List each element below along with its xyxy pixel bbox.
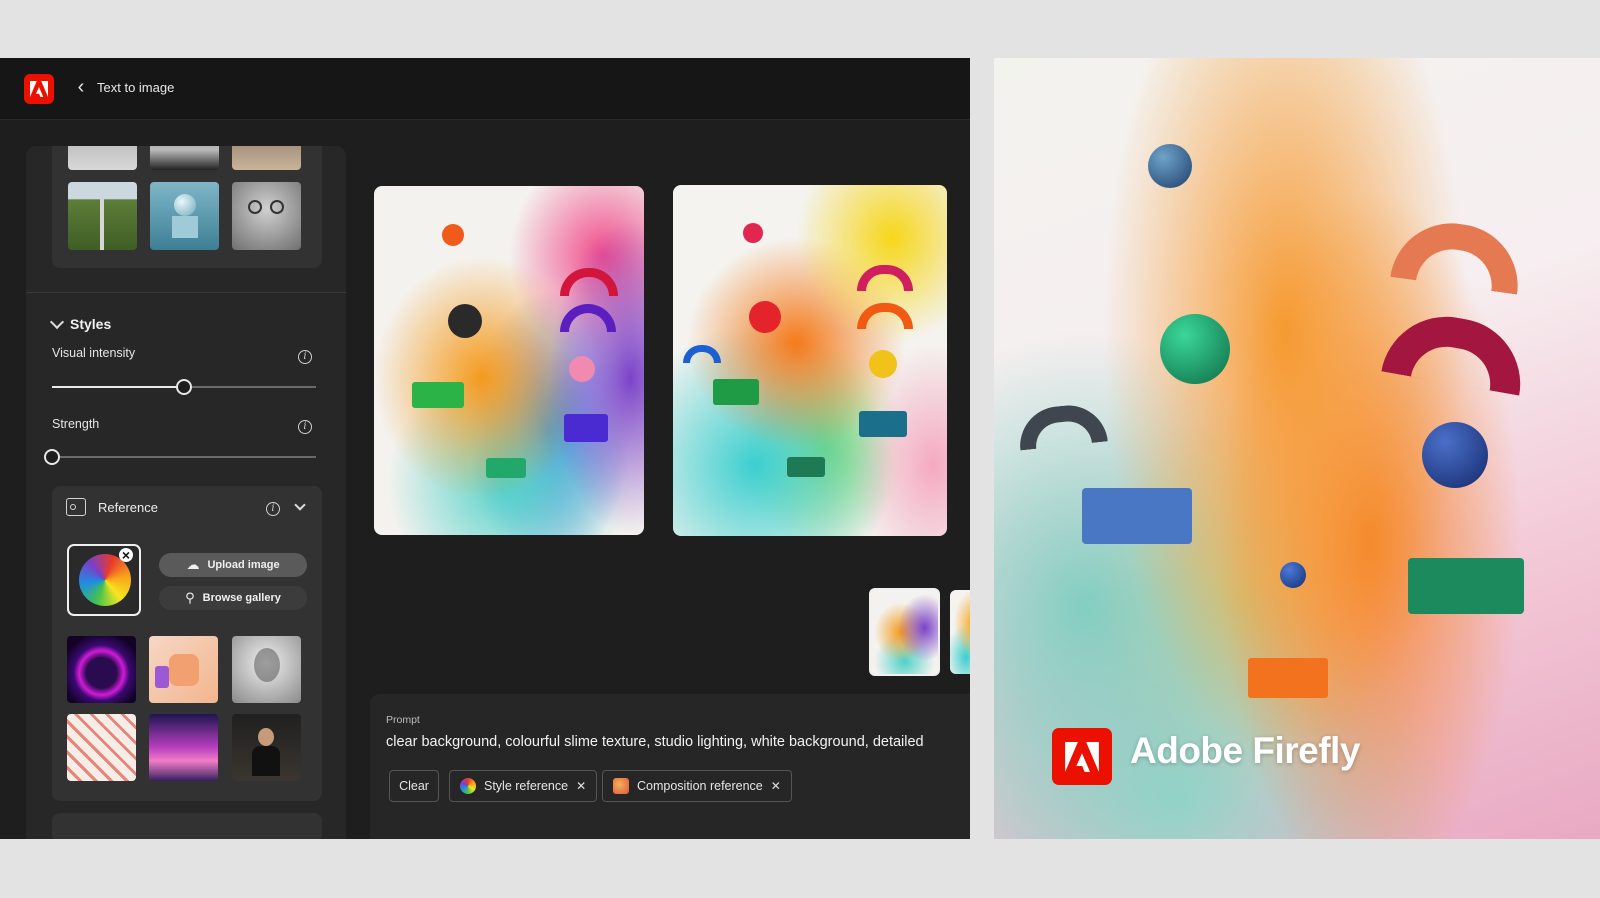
result-thumbnail-2[interactable]: [950, 590, 970, 674]
upload-image-button[interactable]: ☁ Upload image: [159, 553, 307, 577]
art-shape: [564, 414, 608, 442]
binoculars-icon: ⚲: [185, 590, 195, 605]
art-shape: [743, 223, 763, 243]
visual-intensity-fill: [52, 386, 184, 388]
info-icon[interactable]: i: [266, 502, 280, 516]
settings-panel: Styles Visual intensity i Strength i Ref…: [26, 146, 346, 839]
slime-art-1: [374, 186, 644, 535]
style-thumb-thumbs-up[interactable]: [149, 636, 218, 703]
styles-section-toggle[interactable]: Styles: [49, 314, 112, 332]
prompt-bar: Prompt clear background, colourful slime…: [370, 694, 970, 839]
prompt-label: Prompt: [386, 714, 420, 726]
art-shape: [412, 382, 464, 408]
styles-heading: Styles: [70, 316, 112, 332]
mini-art: [950, 590, 970, 674]
adobe-logo-icon[interactable]: [24, 74, 54, 104]
art-sphere: [1280, 562, 1306, 588]
reference-header[interactable]: Reference: [66, 498, 158, 516]
chevron-down-icon[interactable]: [294, 499, 306, 511]
reference-icon: [66, 498, 86, 516]
visual-intensity-handle[interactable]: [176, 379, 192, 395]
strength-label: Strength: [52, 417, 100, 431]
reference-label: Reference: [98, 499, 158, 515]
style-reference-thumbnail: [460, 778, 476, 794]
art-block: [1248, 658, 1328, 698]
effect-thumb-road-field[interactable]: [68, 182, 137, 250]
art-block: [1408, 558, 1524, 614]
generated-image-1[interactable]: [374, 186, 644, 535]
upload-cloud-icon: ☁: [186, 557, 200, 572]
composition-reference-label: Composition reference: [637, 779, 763, 793]
result-thumbnail-1[interactable]: [869, 588, 940, 676]
art-shape: [713, 379, 759, 405]
effect-thumb-mono-landscape[interactable]: [150, 146, 219, 170]
generated-image-2[interactable]: [673, 185, 947, 536]
composition-reference-chip[interactable]: Composition reference ✕: [602, 770, 792, 802]
section-divider: [26, 292, 346, 293]
back-arrow-icon[interactable]: ‹: [70, 76, 92, 98]
effect-thumb-3d-sphere[interactable]: [150, 182, 219, 250]
close-icon[interactable]: ✕: [576, 779, 586, 793]
effects-card: [52, 146, 322, 268]
art-shape: [869, 350, 897, 378]
art-sphere: [1160, 314, 1230, 384]
browse-gallery-button[interactable]: ⚲ Browse gallery: [159, 586, 307, 610]
effect-thumb-interior[interactable]: [232, 146, 301, 170]
promo-slime-art: [994, 58, 1600, 839]
style-thumb-portrait[interactable]: [232, 714, 301, 781]
style-reference-chip[interactable]: Style reference ✕: [449, 770, 598, 802]
product-name: Adobe Firefly: [1130, 730, 1360, 771]
firefly-promo-image: Adobe Firefly: [994, 58, 1600, 839]
reference-card: Reference i × ☁ Upload image ⚲ Browse ga…: [52, 486, 322, 801]
close-icon[interactable]: ×: [119, 548, 133, 562]
art-shape: [749, 301, 781, 333]
top-bar: ‹ Text to image: [0, 58, 970, 120]
art-sphere: [1148, 144, 1192, 188]
next-card-edge: [52, 813, 322, 839]
strength-slider[interactable]: [44, 449, 316, 465]
art-shape: [486, 458, 526, 478]
chevron-down-icon: [49, 314, 65, 330]
style-reference-label: Style reference: [484, 779, 569, 793]
mini-art: [871, 590, 938, 674]
clear-label: Clear: [399, 779, 429, 793]
prompt-input[interactable]: clear background, colourful slime textur…: [386, 734, 966, 750]
art-block: [1082, 488, 1192, 544]
art-shape: [859, 411, 907, 437]
style-thumb-pattern[interactable]: [67, 714, 136, 781]
art-shape: [569, 356, 595, 382]
art-shape: [787, 457, 825, 477]
effect-thumb-owl-sketch[interactable]: [232, 182, 301, 250]
style-thumb-neon-dancer[interactable]: [67, 636, 136, 703]
composition-reference-thumbnail: [613, 778, 629, 794]
reference-selected-image[interactable]: ×: [67, 544, 141, 616]
style-thumb-bust-sketch[interactable]: [232, 636, 301, 703]
effect-thumb-sketch[interactable]: [68, 146, 137, 170]
info-icon[interactable]: i: [298, 350, 312, 364]
art-shape: [442, 224, 464, 246]
visual-intensity-slider[interactable]: [52, 379, 316, 395]
upload-image-label: Upload image: [207, 559, 280, 571]
style-thumb-pink-clouds[interactable]: [149, 714, 218, 781]
firefly-app-window: ‹ Text to image Styles Visual intensity …: [0, 58, 970, 839]
art-shape: [448, 304, 482, 338]
adobe-firefly-logo-icon: [1052, 728, 1112, 785]
visual-intensity-label: Visual intensity: [52, 346, 136, 360]
strength-handle[interactable]: [44, 449, 60, 465]
close-icon[interactable]: ✕: [771, 779, 781, 793]
art-sphere: [1422, 422, 1488, 488]
clear-button[interactable]: Clear: [389, 770, 439, 802]
browse-gallery-label: Browse gallery: [202, 592, 281, 604]
info-icon[interactable]: i: [298, 420, 312, 434]
page-title: Text to image: [97, 80, 175, 95]
